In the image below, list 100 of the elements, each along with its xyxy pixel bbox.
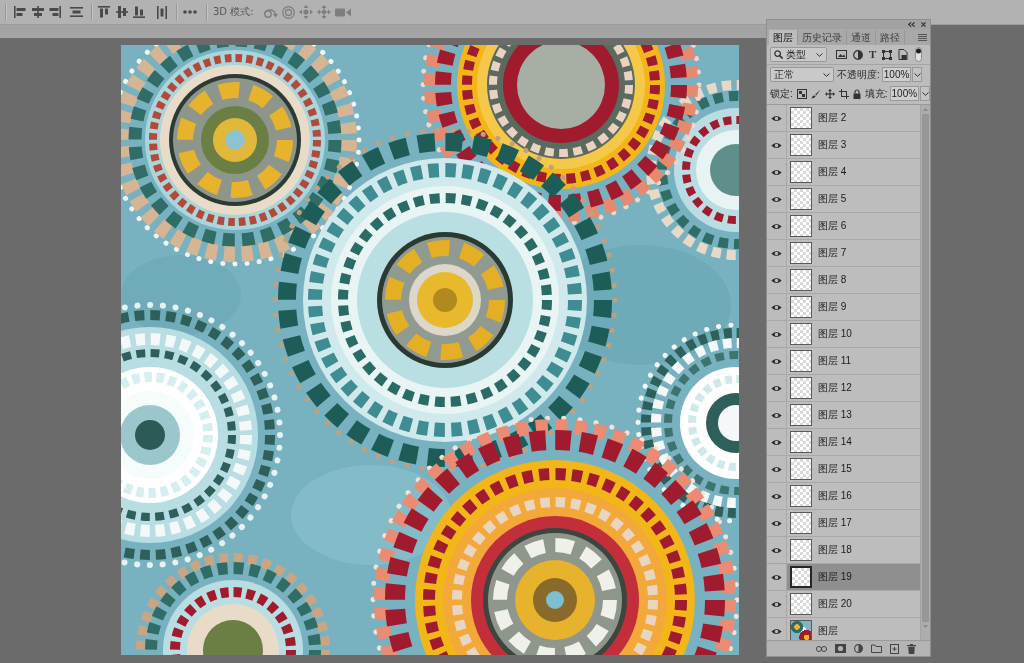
half-circle-icon[interactable] [854, 644, 863, 653]
layer-name: 图层 10 [818, 327, 852, 341]
bounding-box-icon[interactable] [882, 49, 893, 60]
eye-icon[interactable] [771, 600, 782, 608]
align-center-icon[interactable] [32, 6, 44, 18]
align-middle-icon[interactable] [116, 6, 128, 18]
image-icon[interactable] [836, 50, 847, 59]
layer-name: 图层 15 [818, 462, 852, 476]
lock-label: 锁定: [770, 86, 793, 101]
align-top-icon[interactable] [98, 6, 110, 18]
eye-icon[interactable] [771, 249, 782, 257]
align-right-icon[interactable] [49, 6, 61, 18]
double-chevron-icon[interactable] [908, 22, 915, 27]
text-filter-button[interactable]: T [869, 49, 877, 60]
layer-name: 图层 5 [818, 192, 847, 206]
layer-name: 图层 4 [818, 165, 847, 179]
layer-thumbnail [790, 107, 812, 129]
eye-icon[interactable] [771, 276, 782, 284]
layer-name: 图层 3 [818, 138, 847, 152]
layer-name: 图层 [818, 624, 838, 638]
switch-icon[interactable] [915, 47, 923, 62]
layer-thumbnail [790, 323, 812, 345]
document-icon[interactable] [898, 49, 909, 60]
layer-thumbnail [790, 593, 812, 615]
eye-icon[interactable] [771, 222, 782, 230]
align-left-icon[interactable] [14, 6, 28, 18]
layer-name: 图层 12 [818, 381, 852, 395]
layer-name: 图层 11 [818, 354, 852, 368]
opacity-label: 不透明度: [837, 67, 880, 82]
filter-dropdown[interactable]: 类型 [770, 47, 827, 62]
eye-icon[interactable] [771, 195, 782, 203]
scrollbar[interactable] [920, 105, 930, 640]
fill-field[interactable]: 100% [889, 86, 920, 101]
layer-name: 图层 18 [818, 543, 852, 557]
layer-name: 图层 17 [818, 516, 852, 530]
eye-icon[interactable] [771, 330, 782, 338]
layer-name: 图层 2 [818, 111, 847, 125]
layer-name: 图层 13 [818, 408, 852, 422]
move-icon[interactable] [824, 88, 835, 99]
mode-label: 3D 模式: [213, 5, 254, 19]
eye-icon[interactable] [771, 357, 782, 365]
layer-thumbnail [790, 161, 812, 183]
crop-icon[interactable] [838, 88, 849, 99]
eye-icon[interactable] [771, 168, 782, 176]
distribute-spacing-icon[interactable] [70, 7, 83, 17]
folder-icon[interactable] [871, 644, 882, 653]
layer-thumbnail [790, 458, 812, 480]
search-icon [774, 50, 783, 59]
eye-icon[interactable] [771, 411, 782, 419]
more-icon[interactable] [183, 10, 197, 14]
layer-thumbnail [790, 377, 812, 399]
layer-row[interactable]: 图层 19 [787, 564, 920, 590]
eye-icon[interactable] [771, 384, 782, 392]
layer-name: 图层 16 [818, 489, 852, 503]
brush-icon[interactable] [810, 88, 821, 99]
caret-icon [816, 52, 823, 57]
eye-icon[interactable] [771, 114, 782, 122]
menu-icon[interactable] [918, 33, 927, 41]
trash-icon[interactable] [907, 643, 916, 654]
layer-name: 图层 9 [818, 300, 847, 314]
layer-thumbnail [790, 242, 812, 264]
layer-thumbnail [790, 512, 812, 534]
eye-icon[interactable] [771, 546, 782, 554]
eye-icon[interactable] [771, 141, 782, 149]
half-circle-icon[interactable] [853, 49, 863, 60]
layer-thumbnail [790, 269, 812, 291]
caret-icon [913, 72, 921, 77]
layer-name: 图层 19 [818, 570, 852, 584]
checker-icon[interactable] [796, 88, 807, 99]
eye-icon[interactable] [771, 303, 782, 311]
align-bottom-icon[interactable] [133, 6, 145, 18]
panel-tab[interactable]: 图层 [769, 30, 798, 45]
link-icon[interactable] [816, 645, 827, 652]
layer-thumbnail [790, 134, 812, 156]
layer-name: 图层 7 [818, 246, 847, 260]
close-icon[interactable] [921, 22, 926, 27]
eye-icon[interactable] [771, 627, 782, 635]
scrollbar-thumb[interactable] [922, 114, 929, 622]
layer-name: 图层 14 [818, 435, 852, 449]
layer-thumbnail [790, 296, 812, 318]
fill-label: 填充: [864, 86, 888, 101]
layer-name: 图层 20 [818, 597, 852, 611]
eye-icon[interactable] [771, 438, 782, 446]
eye-icon[interactable] [771, 492, 782, 500]
lock-icon[interactable] [852, 88, 861, 99]
distribute-columns-icon[interactable] [157, 5, 167, 19]
eye-icon[interactable] [771, 519, 782, 527]
fill-dropdown-button[interactable] [920, 86, 931, 101]
blend-mode-dropdown[interactable]: 正常 [770, 67, 834, 82]
layer-thumbnail [790, 188, 812, 210]
opacity-field[interactable]: 100% [881, 67, 912, 82]
eye-icon[interactable] [771, 465, 782, 473]
layer-thumbnail [790, 215, 812, 237]
layer-thumbnail [790, 485, 812, 507]
layer-thumbnail [790, 539, 812, 561]
layer-thumbnail [790, 350, 812, 372]
layer-name: 图层 6 [818, 219, 847, 233]
add-page-icon[interactable] [890, 643, 899, 654]
opacity-dropdown-button[interactable] [912, 67, 923, 82]
eye-icon[interactable] [771, 573, 782, 581]
